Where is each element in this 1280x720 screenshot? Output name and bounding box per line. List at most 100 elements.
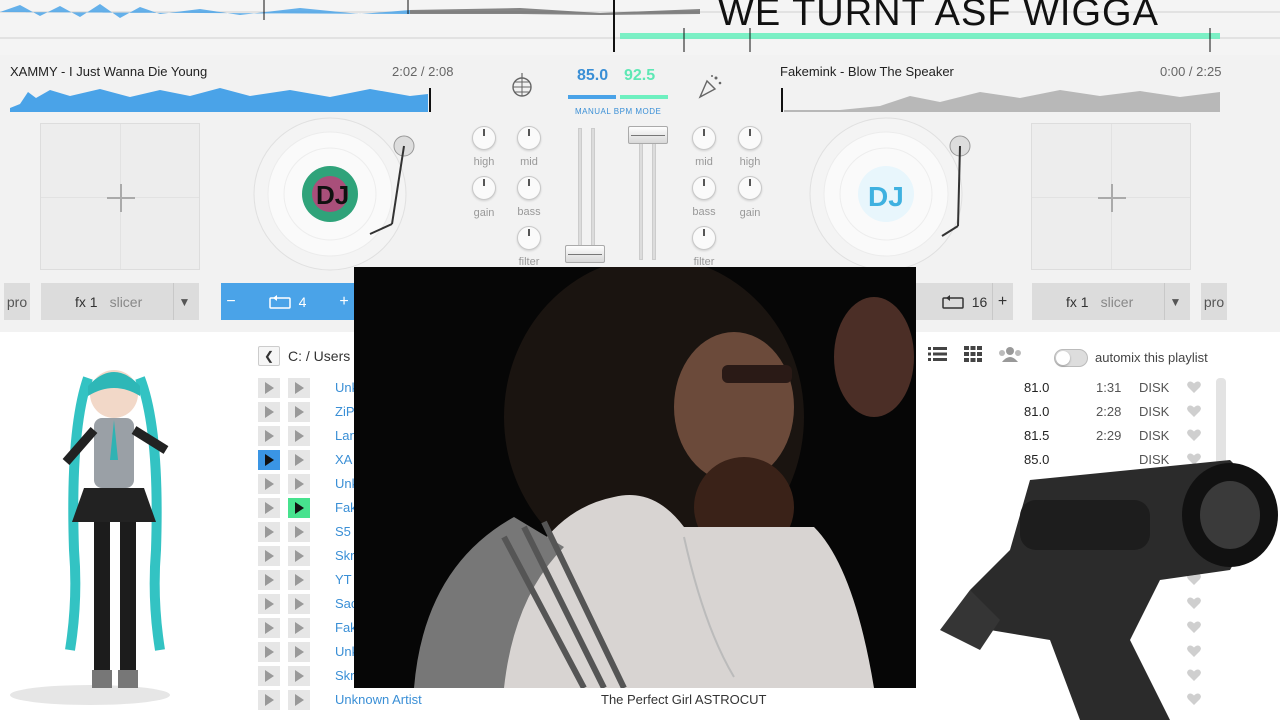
bpm-left[interactable]: 85.0 bbox=[577, 67, 608, 85]
play-icon bbox=[264, 694, 274, 706]
overview-waveform[interactable]: WE TURNT ASF WIGGA bbox=[0, 0, 1280, 55]
load-deck-left-button[interactable] bbox=[258, 594, 280, 614]
load-deck-left-button[interactable] bbox=[258, 498, 280, 518]
knob-left-gain[interactable] bbox=[472, 176, 496, 200]
knob-right-bass[interactable] bbox=[692, 176, 716, 200]
knob-left-bass[interactable] bbox=[517, 176, 541, 200]
deck-left-loop-minus[interactable]: − bbox=[221, 283, 241, 320]
track-title[interactable]: The Perfect Girl ASTROCUT bbox=[601, 692, 766, 707]
deck-left-loop-control[interactable]: − 4 + bbox=[221, 283, 354, 320]
knob-right-filter[interactable] bbox=[692, 226, 716, 250]
heart-icon[interactable] bbox=[1186, 403, 1202, 419]
list-view-icon[interactable] bbox=[928, 346, 948, 362]
track-length: 1:31 bbox=[1096, 380, 1122, 395]
deck-right-turntable[interactable]: DJ bbox=[808, 116, 978, 276]
track-artist[interactable]: Skr bbox=[335, 548, 355, 563]
track-artist[interactable]: Unknown Artist bbox=[335, 692, 422, 707]
load-deck-right-button[interactable] bbox=[288, 426, 310, 446]
people-icon[interactable] bbox=[998, 346, 1022, 362]
load-deck-right-button[interactable] bbox=[288, 522, 310, 542]
deck-left-pro-button[interactable]: pro bbox=[4, 283, 30, 320]
disco-ball-icon[interactable] bbox=[509, 73, 535, 99]
load-deck-right-button[interactable] bbox=[288, 642, 310, 662]
deck-left-loop-size: 4 bbox=[298, 293, 307, 310]
load-deck-left-button[interactable] bbox=[258, 426, 280, 446]
load-deck-right-button[interactable] bbox=[288, 498, 310, 518]
track-artist[interactable]: ZiP bbox=[335, 404, 355, 419]
track-bpm: 81.0 bbox=[1024, 380, 1050, 395]
track-artist[interactable]: S5 bbox=[335, 524, 351, 539]
crosshair-icon bbox=[107, 184, 135, 212]
bpm-mode-label[interactable]: MANUAL BPM MODE bbox=[575, 107, 661, 116]
channel-fader-right[interactable] bbox=[628, 126, 668, 144]
back-icon[interactable]: ❮ bbox=[258, 346, 280, 366]
load-deck-left-button[interactable] bbox=[258, 546, 280, 566]
deck-left-fx-select[interactable]: fx 1 slicer ▼ bbox=[41, 283, 199, 320]
play-icon bbox=[294, 550, 304, 562]
deck-left-turntable[interactable]: DJ bbox=[252, 116, 422, 276]
load-deck-left-button[interactable] bbox=[258, 450, 280, 470]
knob-left-mid[interactable] bbox=[517, 126, 541, 150]
rifle-overlay-image bbox=[940, 460, 1278, 720]
load-deck-left-button[interactable] bbox=[258, 642, 280, 662]
deck-right-pro-button[interactable]: pro bbox=[1201, 283, 1227, 320]
load-deck-right-button[interactable] bbox=[288, 570, 310, 590]
deck-left-fx-slot: fx 1 bbox=[75, 293, 98, 310]
load-deck-left-button[interactable] bbox=[258, 474, 280, 494]
knob-left-filter[interactable] bbox=[517, 226, 541, 250]
deck-right-fx-select[interactable]: fx 1 slicer ▼ bbox=[1032, 283, 1190, 320]
load-deck-right-button[interactable] bbox=[288, 690, 310, 710]
deck-right-xy-pad[interactable] bbox=[1031, 123, 1191, 270]
breadcrumb-path[interactable]: C: / Users bbox=[288, 348, 350, 364]
load-deck-right-button[interactable] bbox=[288, 594, 310, 614]
bpm-right[interactable]: 92.5 bbox=[624, 67, 655, 85]
automix-toggle[interactable] bbox=[1054, 349, 1088, 367]
deck-left-xy-pad[interactable] bbox=[40, 123, 200, 270]
deck-right-title: Fakemink - Blow The Speaker bbox=[780, 64, 954, 79]
knob-right-high[interactable] bbox=[738, 126, 762, 150]
breadcrumb[interactable]: ❮ C: / Users bbox=[258, 346, 350, 366]
deck-left-loop-plus[interactable]: + bbox=[334, 283, 354, 320]
load-deck-right-button[interactable] bbox=[288, 378, 310, 398]
load-deck-left-button[interactable] bbox=[258, 618, 280, 638]
load-deck-right-button[interactable] bbox=[288, 474, 310, 494]
deck-right-waveform[interactable] bbox=[780, 84, 1220, 112]
track-artist[interactable]: XA bbox=[335, 452, 352, 467]
load-deck-right-button[interactable] bbox=[288, 618, 310, 638]
track-artist[interactable]: Skr bbox=[335, 668, 355, 683]
knob-left-high[interactable] bbox=[472, 126, 496, 150]
load-deck-left-button[interactable] bbox=[258, 378, 280, 398]
grid-view-icon[interactable] bbox=[964, 346, 982, 362]
load-deck-left-button[interactable] bbox=[258, 522, 280, 542]
bpm-indicator-left bbox=[568, 95, 616, 99]
load-deck-right-button[interactable] bbox=[288, 450, 310, 470]
load-deck-right-button[interactable] bbox=[288, 402, 310, 422]
chevron-down-icon: ▼ bbox=[173, 283, 195, 320]
automix-label[interactable]: automix this playlist bbox=[1095, 350, 1208, 365]
load-deck-right-button[interactable] bbox=[288, 666, 310, 686]
deck-right-loop-plus[interactable]: + bbox=[992, 283, 1012, 320]
play-icon bbox=[294, 574, 304, 586]
deck-right-loop-control[interactable]: 16 + bbox=[916, 283, 1013, 320]
load-deck-right-button[interactable] bbox=[288, 546, 310, 566]
play-icon bbox=[294, 670, 304, 682]
track-source: DISK bbox=[1139, 404, 1170, 419]
knob-right-mid[interactable] bbox=[692, 126, 716, 150]
play-icon bbox=[264, 478, 274, 490]
track-artist[interactable]: YT bbox=[335, 572, 352, 587]
play-icon bbox=[294, 694, 304, 706]
load-deck-left-button[interactable] bbox=[258, 570, 280, 590]
play-icon bbox=[294, 478, 304, 490]
load-deck-left-button[interactable] bbox=[258, 690, 280, 710]
play-icon bbox=[294, 454, 304, 466]
knob-right-gain[interactable] bbox=[738, 176, 762, 200]
heart-icon[interactable] bbox=[1186, 379, 1202, 395]
party-popper-icon[interactable] bbox=[697, 73, 723, 99]
load-deck-left-button[interactable] bbox=[258, 666, 280, 686]
deck-right-time: 0:00 / 2:25 bbox=[1160, 64, 1222, 79]
deck-right-fx-slot: fx 1 bbox=[1066, 293, 1089, 310]
load-deck-left-button[interactable] bbox=[258, 402, 280, 422]
channel-fader-left[interactable] bbox=[565, 245, 605, 263]
play-icon bbox=[264, 574, 274, 586]
deck-left-waveform[interactable] bbox=[10, 84, 450, 112]
